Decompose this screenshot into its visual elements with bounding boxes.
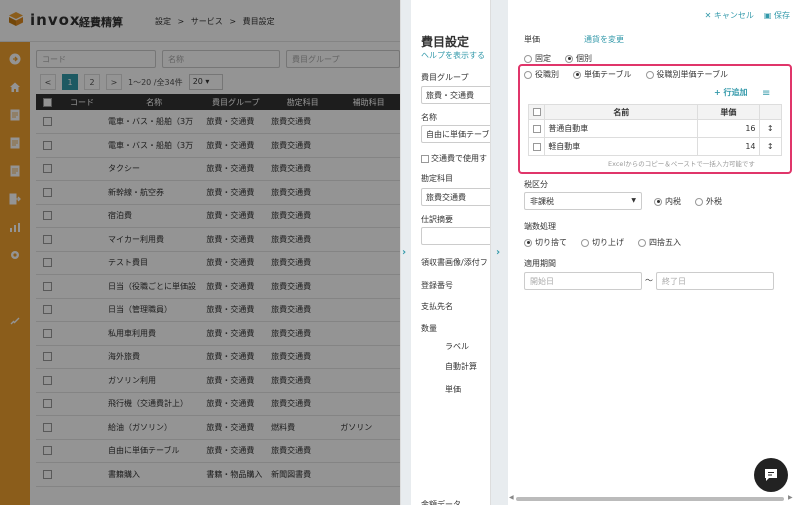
end-date-input[interactable]: 終了日 bbox=[656, 272, 774, 290]
radio-unit-table-label: 単価テーブル bbox=[584, 70, 632, 79]
caret-down-icon: ▼ bbox=[631, 197, 636, 204]
unit-table-row[interactable]: 軽自動車 14 ↕ bbox=[527, 137, 783, 156]
amount-data-label: 金額データ bbox=[421, 500, 461, 505]
save-icon: ▣ bbox=[763, 11, 772, 20]
quantity-unit-price: 単価 bbox=[445, 385, 461, 394]
radio-fixed[interactable]: 固定 bbox=[524, 53, 551, 64]
radio-round-down[interactable]: 切り捨て bbox=[524, 237, 567, 248]
receipt-label: 領収書画像/添付フ bbox=[421, 258, 488, 267]
quantity-label-field: ラベル bbox=[445, 342, 469, 351]
transport-checkbox-label: 交通費で使用す bbox=[431, 154, 487, 163]
add-row-label: 行追加 bbox=[723, 88, 748, 97]
radio-by-role-label: 役職別 bbox=[535, 70, 559, 79]
radio-round-half-label: 四捨五入 bbox=[649, 238, 681, 247]
unit-row-checkbox[interactable] bbox=[527, 137, 546, 156]
cancel-label: キャンセル bbox=[713, 11, 754, 20]
start-date-input[interactable]: 開始日 bbox=[524, 272, 642, 290]
rounding-radios: 切り捨て 切り上げ 四捨五入 bbox=[524, 237, 681, 248]
save-button[interactable]: ▣ 保存 bbox=[764, 10, 790, 21]
quantity-label: 数量 bbox=[421, 324, 437, 333]
radio-by-role[interactable]: 役職別 bbox=[524, 69, 559, 80]
unit-price-panel: ✕ キャンセル ▣ 保存 単価 通貨を変更 固定 個別 役職別 単価テーブル 役… bbox=[508, 0, 800, 505]
unit-table-header: 名前 単価 bbox=[527, 104, 783, 120]
unit-price-table: 名前 単価 普通自動車 16 ↕ 軽自動車 14 ↕ bbox=[527, 104, 783, 156]
name-label: 名称 bbox=[421, 113, 437, 122]
tax-type-radios: 内税 外税 bbox=[654, 196, 722, 207]
panel-title: 費目設定 bbox=[421, 35, 470, 49]
drag-handle-icon[interactable]: ↕ bbox=[758, 119, 783, 138]
scroll-right-icon[interactable]: ▶ bbox=[788, 494, 793, 501]
chevron-right-icon: › bbox=[496, 247, 501, 258]
unit-table-select-all[interactable] bbox=[527, 104, 546, 120]
unit-name-cell[interactable]: 普通自動車 bbox=[544, 119, 699, 138]
help-link[interactable]: ヘルプを表示する bbox=[421, 50, 485, 61]
period-tilde: 〜 bbox=[645, 276, 653, 285]
radio-individual[interactable]: 個別 bbox=[565, 53, 592, 64]
individual-type-radios: 役職別 単価テーブル 役職別単価テーブル bbox=[524, 69, 728, 80]
unit-price-label: 単価 bbox=[524, 35, 540, 44]
radio-round-down-label: 切り捨て bbox=[535, 238, 567, 247]
radio-tax-exclusive[interactable]: 外税 bbox=[695, 196, 722, 207]
tax-label: 税区分 bbox=[524, 180, 548, 189]
radio-fixed-label: 固定 bbox=[535, 54, 551, 63]
unit-name-cell[interactable]: 軽自動車 bbox=[544, 137, 699, 156]
scroll-left-icon[interactable]: ◀ bbox=[509, 494, 514, 501]
radio-round-half[interactable]: 四捨五入 bbox=[638, 237, 681, 248]
radio-tax-exclusive-label: 外税 bbox=[706, 197, 722, 206]
price-mode-radios: 固定 個別 bbox=[524, 53, 592, 64]
journal-label: 仕訳摘要 bbox=[421, 215, 453, 224]
horizontal-scrollbar[interactable] bbox=[516, 497, 784, 501]
col-drag bbox=[758, 104, 783, 120]
radio-round-up-label: 切り上げ bbox=[592, 238, 624, 247]
menu-icon[interactable]: ≡ bbox=[762, 88, 770, 99]
tax-select-value: 非課税 bbox=[530, 197, 554, 206]
group-label: 費目グループ bbox=[421, 73, 469, 82]
registration-number-label: 登録番号 bbox=[421, 281, 453, 290]
period-label: 適用期間 bbox=[524, 259, 556, 268]
radio-tax-inclusive[interactable]: 内税 bbox=[654, 196, 681, 207]
panel-actions: ✕ キャンセル ▣ 保存 bbox=[705, 10, 790, 21]
account-label: 勘定科目 bbox=[421, 174, 453, 183]
transport-checkbox[interactable]: 交通費で使用す bbox=[421, 153, 487, 164]
unit-row-checkbox[interactable] bbox=[527, 119, 546, 138]
plus-icon: + bbox=[714, 88, 721, 97]
change-currency-link[interactable]: 通貨を変更 bbox=[584, 34, 624, 45]
chat-support-button[interactable] bbox=[754, 458, 788, 492]
unit-price-cell[interactable]: 14 bbox=[697, 137, 760, 156]
chat-icon bbox=[765, 469, 777, 481]
cancel-button[interactable]: ✕ キャンセル bbox=[705, 10, 754, 21]
radio-round-up[interactable]: 切り上げ bbox=[581, 237, 624, 248]
tax-select[interactable]: 非課税 ▼ bbox=[524, 192, 642, 210]
unit-table-row[interactable]: 普通自動車 16 ↕ bbox=[527, 119, 783, 138]
quantity-auto-calc: 自動計算 bbox=[445, 362, 477, 371]
radio-individual-label: 個別 bbox=[576, 54, 592, 63]
rounding-label: 端数処理 bbox=[524, 222, 556, 231]
modal-overlay[interactable] bbox=[0, 0, 400, 505]
save-label: 保存 bbox=[774, 11, 790, 20]
radio-tax-inclusive-label: 内税 bbox=[665, 197, 681, 206]
paste-hint: Excelからのコピー＆ペーストで一括入力可能です bbox=[608, 160, 755, 168]
collapse-handle[interactable]: › bbox=[490, 0, 508, 505]
drag-handle-icon[interactable]: ↕ bbox=[758, 137, 783, 156]
col-unit-price: 単価 bbox=[697, 104, 760, 120]
radio-role-unit-table[interactable]: 役職別単価テーブル bbox=[645, 69, 729, 80]
col-unit-name: 名前 bbox=[544, 104, 699, 120]
radio-unit-table[interactable]: 単価テーブル bbox=[573, 69, 632, 80]
add-row-button[interactable]: + 行追加 bbox=[714, 87, 748, 98]
chevron-right-icon: › bbox=[402, 247, 407, 258]
close-icon: ✕ bbox=[704, 11, 712, 20]
collapse-handle[interactable]: › bbox=[401, 0, 411, 505]
payee-label: 支払先名 bbox=[421, 302, 453, 311]
radio-role-unit-table-label: 役職別単価テーブル bbox=[656, 70, 729, 79]
unit-price-cell[interactable]: 16 bbox=[697, 119, 760, 138]
